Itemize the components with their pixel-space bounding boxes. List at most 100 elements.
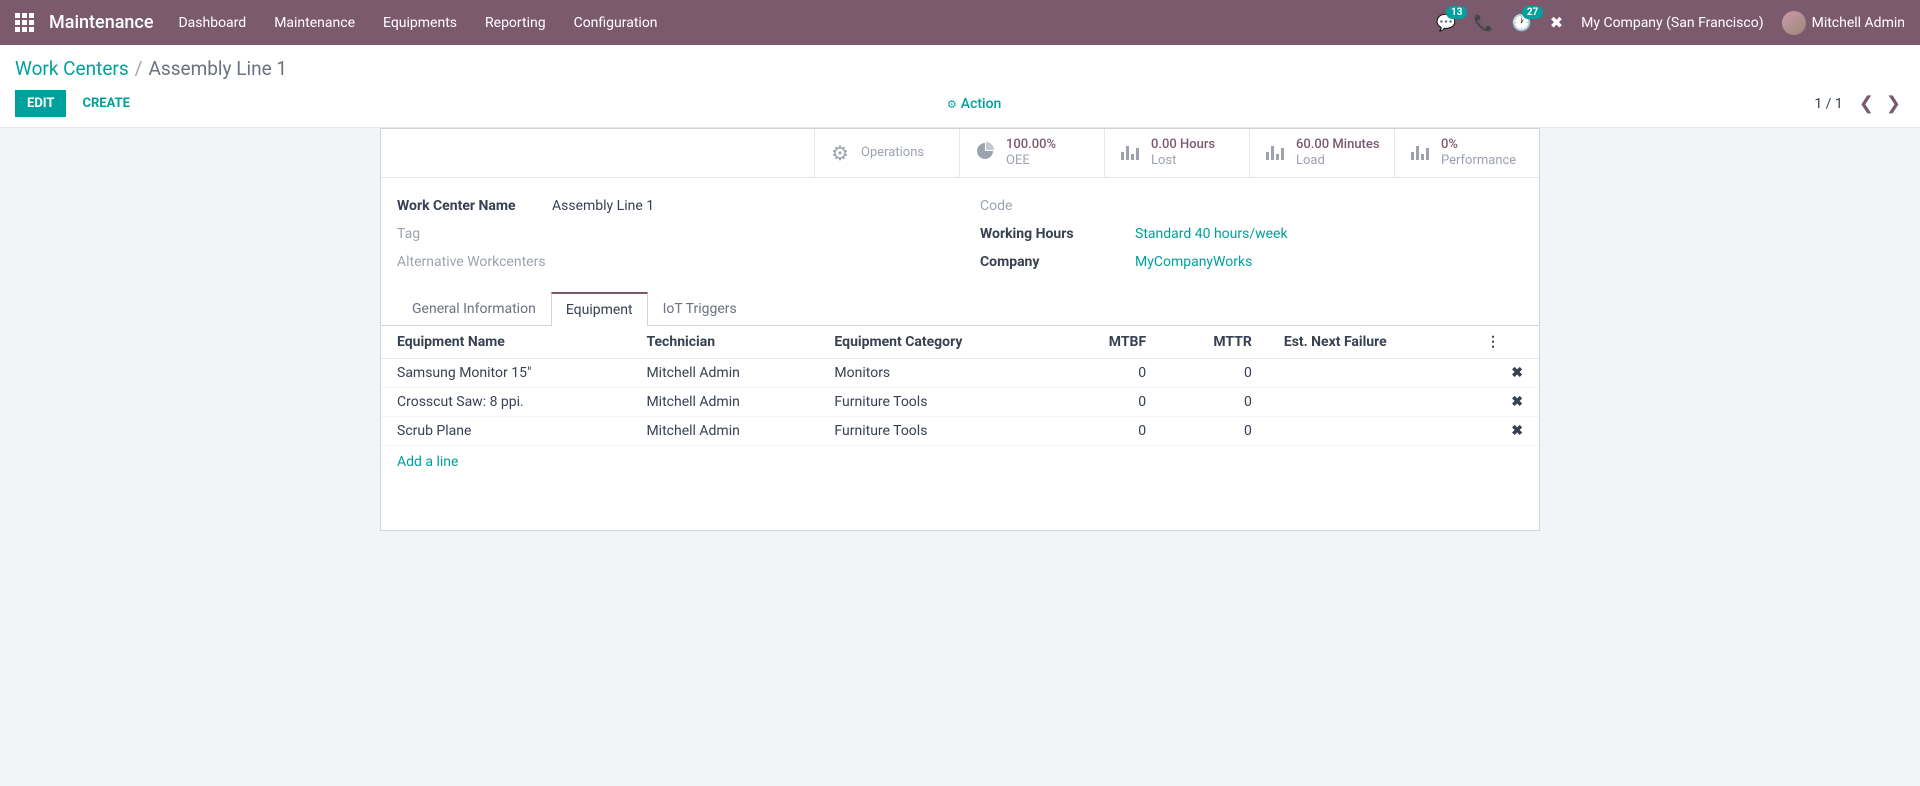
cell-equipment-name[interactable]: Crosscut Saw: 8 ppi. — [381, 388, 630, 417]
control-panel: Work Centers / Assembly Line 1 EDIT CREA… — [0, 45, 1920, 128]
tab-iot-triggers[interactable]: IoT Triggers — [648, 292, 752, 326]
nav-menu: Dashboard Maintenance Equipments Reporti… — [178, 15, 1436, 31]
cell-next-failure[interactable] — [1268, 417, 1470, 446]
cell-mttr[interactable]: 0 — [1162, 388, 1268, 417]
nav-configuration[interactable]: Configuration — [574, 15, 658, 31]
breadcrumb-current: Assembly Line 1 — [149, 57, 288, 80]
equipment-table: Equipment Name Technician Equipment Cate… — [381, 326, 1539, 446]
value-company[interactable]: MyCompanyWorks — [1135, 254, 1252, 270]
field-work-center-name: Work Center Name Assembly Line 1 — [397, 196, 940, 214]
th-next-failure[interactable]: Est. Next Failure — [1268, 326, 1470, 359]
field-working-hours: Working Hours Standard 40 hours/week — [980, 224, 1523, 242]
value-tag[interactable] — [552, 224, 940, 242]
cell-mttr[interactable]: 0 — [1162, 359, 1268, 388]
nav-right: 💬 13 📞 🕐 27 ✖ My Company (San Francisco)… — [1436, 11, 1905, 35]
tabs: General Information Equipment IoT Trigge… — [381, 292, 1539, 326]
phone-icon: 📞 — [1474, 13, 1494, 32]
field-code: Code — [980, 196, 1523, 214]
th-mtbf[interactable]: MTBF — [1058, 326, 1162, 359]
phone-button[interactable]: 📞 — [1474, 13, 1494, 32]
stat-lost-label: Lost — [1151, 153, 1215, 169]
table-row[interactable]: Scrub Plane Mitchell Admin Furniture Too… — [381, 417, 1539, 446]
create-button[interactable]: CREATE — [78, 90, 133, 117]
cell-equipment-name[interactable]: Scrub Plane — [381, 417, 630, 446]
apps-icon[interactable] — [15, 13, 34, 32]
th-technician[interactable]: Technician — [630, 326, 818, 359]
user-menu[interactable]: Mitchell Admin — [1782, 11, 1905, 35]
bar-chart-icon — [1409, 141, 1431, 165]
user-name: Mitchell Admin — [1812, 15, 1905, 31]
stat-oee-label: OEE — [1006, 153, 1056, 169]
tab-general-information[interactable]: General Information — [397, 292, 551, 326]
value-work-center-name[interactable]: Assembly Line 1 — [552, 196, 940, 214]
bar-chart-icon — [1119, 141, 1141, 165]
cell-next-failure[interactable] — [1268, 359, 1470, 388]
messages-button[interactable]: 💬 13 — [1436, 13, 1456, 32]
th-equipment-name[interactable]: Equipment Name — [381, 326, 630, 359]
breadcrumb-sep: / — [135, 57, 143, 80]
stat-load-value: 60.00 Minutes — [1296, 137, 1380, 153]
delete-row-icon[interactable]: ✖ — [1470, 417, 1539, 446]
activities-button[interactable]: 🕐 27 — [1512, 13, 1532, 32]
stat-lost-value: 0.00 Hours — [1151, 137, 1215, 153]
table-row[interactable]: Samsung Monitor 15" Mitchell Admin Monit… — [381, 359, 1539, 388]
label-tag: Tag — [397, 224, 552, 242]
pager-prev-icon[interactable]: ❮ — [1855, 93, 1878, 114]
stat-lost[interactable]: 0.00 Hours Lost — [1104, 129, 1249, 177]
cell-technician[interactable]: Mitchell Admin — [630, 388, 818, 417]
action-menu[interactable]: Action — [947, 96, 1001, 112]
cell-next-failure[interactable] — [1268, 388, 1470, 417]
th-options-icon[interactable]: ⋮ — [1470, 326, 1539, 359]
debug-button[interactable]: ✖ — [1550, 13, 1563, 32]
th-equipment-category[interactable]: Equipment Category — [818, 326, 1058, 359]
cell-technician[interactable]: Mitchell Admin — [630, 359, 818, 388]
pager-count[interactable]: 1 / 1 — [1814, 96, 1842, 112]
delete-row-icon[interactable]: ✖ — [1470, 388, 1539, 417]
cell-mtbf[interactable]: 0 — [1058, 359, 1162, 388]
nav-maintenance[interactable]: Maintenance — [274, 15, 355, 31]
pager-next-icon[interactable]: ❯ — [1882, 93, 1905, 114]
stat-oee-value: 100.00% — [1006, 137, 1056, 153]
edit-button[interactable]: EDIT — [15, 90, 66, 117]
avatar — [1782, 11, 1806, 35]
label-working-hours: Working Hours — [980, 224, 1135, 242]
cell-mtbf[interactable]: 0 — [1058, 388, 1162, 417]
nav-reporting[interactable]: Reporting — [485, 15, 546, 31]
table-row[interactable]: Crosscut Saw: 8 ppi. Mitchell Admin Furn… — [381, 388, 1539, 417]
breadcrumb-parent[interactable]: Work Centers — [15, 57, 129, 80]
stat-load-label: Load — [1296, 153, 1380, 169]
cell-equipment-name[interactable]: Samsung Monitor 15" — [381, 359, 630, 388]
label-company: Company — [980, 252, 1135, 270]
add-line-link[interactable]: Add a line — [397, 454, 458, 470]
stat-oee[interactable]: 100.00% OEE — [959, 129, 1104, 177]
cell-mttr[interactable]: 0 — [1162, 417, 1268, 446]
pie-chart-icon — [974, 141, 996, 166]
cell-category[interactable]: Furniture Tools — [818, 417, 1058, 446]
cell-mtbf[interactable]: 0 — [1058, 417, 1162, 446]
cell-category[interactable]: Monitors — [818, 359, 1058, 388]
tab-equipment[interactable]: Equipment — [551, 292, 648, 326]
stat-perf-value: 0% — [1441, 137, 1516, 153]
cell-category[interactable]: Furniture Tools — [818, 388, 1058, 417]
nav-dashboard[interactable]: Dashboard — [178, 15, 246, 31]
stat-perf-label: Performance — [1441, 153, 1516, 169]
nav-equipments[interactable]: Equipments — [383, 15, 457, 31]
th-mttr[interactable]: MTTR — [1162, 326, 1268, 359]
value-working-hours[interactable]: Standard 40 hours/week — [1135, 226, 1288, 242]
cell-technician[interactable]: Mitchell Admin — [630, 417, 818, 446]
field-company: Company MyCompanyWorks — [980, 252, 1523, 270]
field-alt-workcenters: Alternative Workcenters — [397, 252, 940, 270]
activities-badge: 27 — [1522, 6, 1543, 19]
stat-load[interactable]: 60.00 Minutes Load — [1249, 129, 1394, 177]
company-switcher[interactable]: My Company (San Francisco) — [1581, 15, 1763, 31]
breadcrumb: Work Centers / Assembly Line 1 — [15, 57, 1905, 80]
delete-row-icon[interactable]: ✖ — [1470, 359, 1539, 388]
stat-operations[interactable]: ⚙ Operations — [814, 129, 959, 177]
field-tag: Tag — [397, 224, 940, 242]
value-alt-workcenters[interactable] — [552, 252, 940, 270]
messages-badge: 13 — [1446, 6, 1467, 19]
stat-performance[interactable]: 0% Performance — [1394, 129, 1539, 177]
bar-chart-icon — [1264, 141, 1286, 165]
value-code[interactable] — [1135, 196, 1523, 214]
app-title[interactable]: Maintenance — [49, 12, 153, 33]
